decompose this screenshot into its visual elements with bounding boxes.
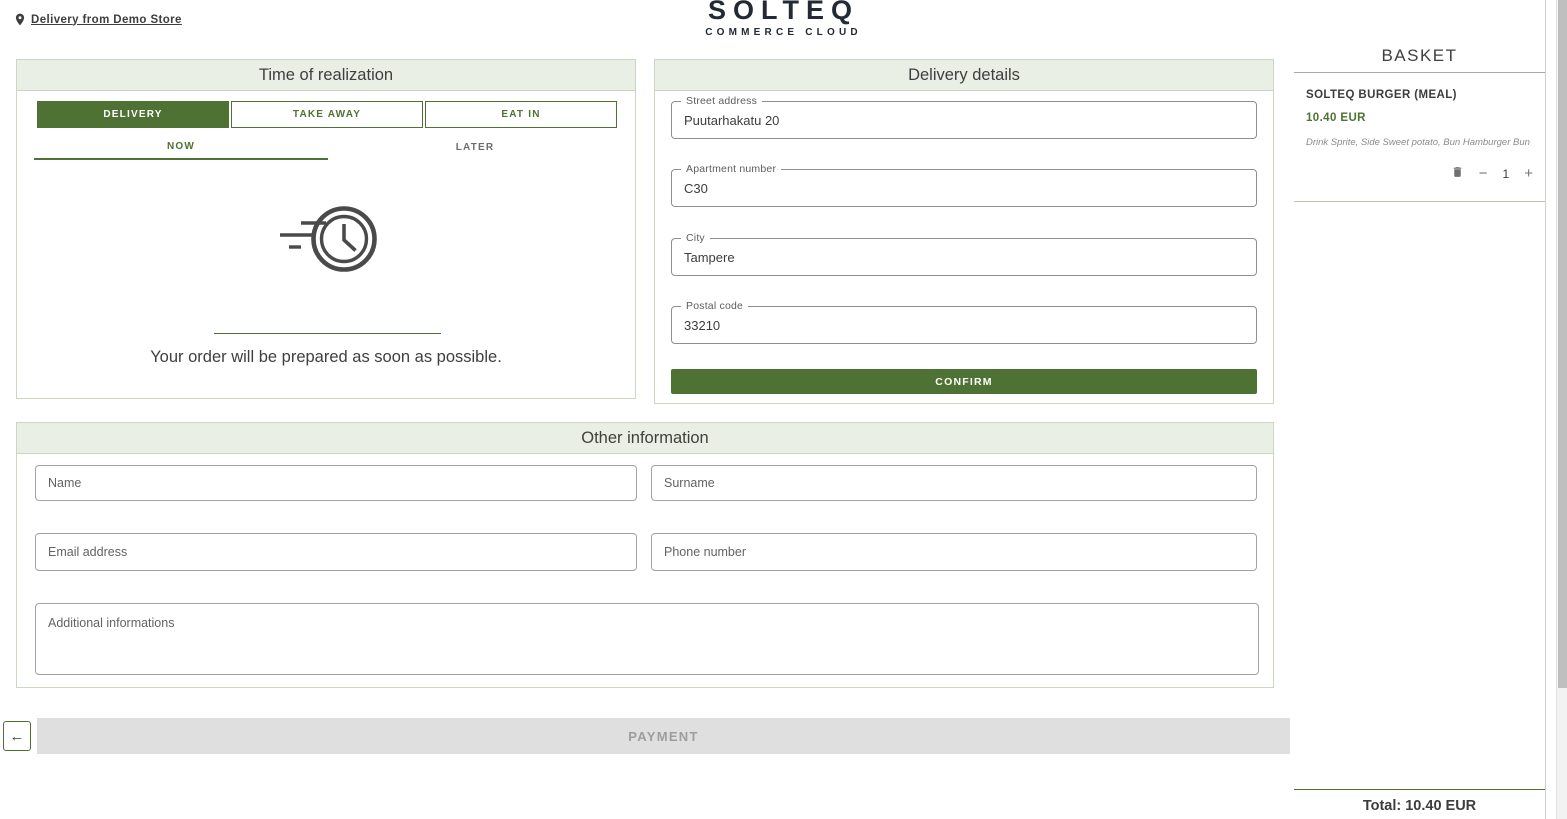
fulfillment-tabs: DELIVERY TAKE AWAY EAT IN — [37, 101, 617, 128]
back-button[interactable]: ← — [3, 721, 31, 751]
basket-item-divider — [1294, 201, 1545, 202]
apartment-number-field[interactable]: Apartment number — [671, 169, 1257, 207]
basket-header-divider — [1294, 72, 1545, 73]
postal-code-input[interactable] — [672, 307, 1256, 343]
payment-button[interactable]: PAYMENT — [37, 718, 1290, 754]
delivery-panel-title: Delivery details — [655, 60, 1273, 91]
back-arrow-icon: ← — [10, 728, 25, 745]
store-location-link[interactable]: Delivery from Demo Store — [13, 10, 182, 29]
logo-subtitle: COMMERCE CLOUD — [705, 27, 862, 38]
time-subtabs: NOW LATER — [34, 134, 622, 160]
logo-title: SOLTEQ — [705, 0, 862, 26]
item-quantity: 1 — [1503, 167, 1510, 181]
street-address-label: Street address — [681, 95, 762, 107]
city-field[interactable]: City — [671, 238, 1257, 276]
location-pin-icon — [13, 10, 27, 29]
basket-title: BASKET — [1294, 46, 1545, 66]
fast-clock-icon — [270, 196, 382, 282]
postal-code-label: Postal code — [681, 300, 748, 312]
street-address-field[interactable]: Street address — [671, 101, 1257, 139]
scrollbar-thumb[interactable] — [1558, 0, 1567, 688]
other-information-panel: Other information — [16, 422, 1274, 688]
street-address-input[interactable] — [672, 102, 1256, 138]
phone-field[interactable] — [651, 533, 1257, 571]
delivery-details-panel: Delivery details Street address Apartmen… — [654, 59, 1274, 404]
basket-total-divider — [1294, 789, 1545, 790]
basket-item-controls: − 1 + — [1451, 164, 1533, 183]
email-input[interactable] — [36, 534, 636, 570]
surname-field[interactable] — [651, 465, 1257, 501]
store-location-label: Delivery from Demo Store — [31, 14, 182, 26]
increase-quantity-button[interactable]: + — [1524, 166, 1533, 181]
tab-take-away[interactable]: TAKE AWAY — [231, 101, 423, 128]
basket-item-name: SOLTEQ BURGER (MEAL) — [1306, 89, 1535, 101]
apartment-number-input[interactable] — [672, 170, 1256, 206]
city-input[interactable] — [672, 239, 1256, 275]
tab-delivery[interactable]: DELIVERY — [37, 101, 229, 128]
name-input[interactable] — [36, 466, 636, 500]
subtab-later[interactable]: LATER — [328, 134, 622, 160]
app-logo: SOLTEQ COMMERCE CLOUD — [705, 0, 862, 38]
basket-total: Total: 10.40 EUR — [1294, 798, 1545, 814]
tab-eat-in[interactable]: EAT IN — [425, 101, 617, 128]
decrease-quantity-button[interactable]: − — [1479, 166, 1488, 181]
time-of-realization-panel: Time of realization DELIVERY TAKE AWAY E… — [16, 59, 636, 399]
phone-input[interactable] — [652, 534, 1256, 570]
preparation-message: Your order will be prepared as soon as p… — [17, 348, 635, 367]
page-scrollbar[interactable] — [1556, 0, 1567, 819]
basket-item-price: 10.40 EUR — [1306, 112, 1366, 124]
other-panel-title: Other information — [17, 423, 1273, 454]
trash-icon — [1451, 164, 1464, 180]
name-field[interactable] — [35, 465, 637, 501]
apartment-number-label: Apartment number — [681, 163, 781, 175]
additional-info-textarea[interactable] — [36, 604, 1258, 674]
postal-code-field[interactable]: Postal code — [671, 306, 1257, 344]
subtab-now[interactable]: NOW — [34, 134, 328, 160]
basket-item-description: Drink Sprite, Side Sweet potato, Bun Ham… — [1306, 137, 1537, 148]
surname-input[interactable] — [652, 466, 1256, 500]
basket-sidebar: BASKET SOLTEQ BURGER (MEAL) 10.40 EUR Dr… — [1294, 0, 1546, 819]
delete-item-button[interactable] — [1451, 164, 1464, 183]
additional-info-field[interactable] — [35, 603, 1259, 675]
time-divider — [214, 333, 441, 334]
email-field[interactable] — [35, 533, 637, 571]
city-label: City — [681, 232, 710, 244]
confirm-button[interactable]: CONFIRM — [671, 369, 1257, 394]
time-panel-title: Time of realization — [17, 60, 635, 91]
